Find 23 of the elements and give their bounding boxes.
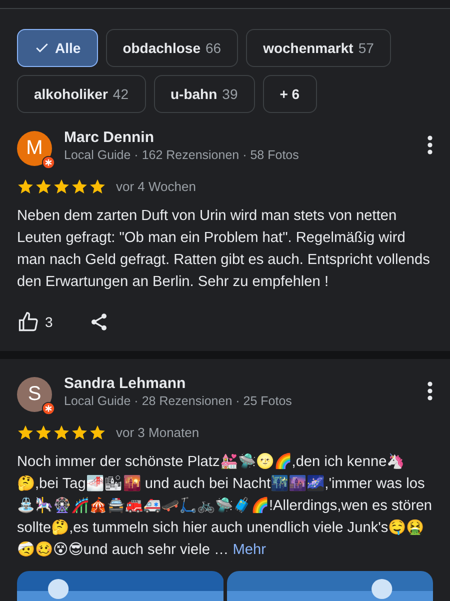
filter-chip[interactable]: + 6 — [262, 75, 317, 113]
filter-chip[interactable]: u-bahn 39 — [154, 75, 255, 113]
filter-chip[interactable]: alkoholiker 42 — [17, 75, 146, 113]
local-guide-badge-icon — [42, 156, 55, 169]
local-guide-badge-icon — [42, 402, 55, 415]
reviewer-name[interactable]: Marc Dennin — [64, 129, 415, 146]
like-count: 3 — [45, 314, 53, 330]
thumbs-up-icon[interactable] — [17, 311, 39, 333]
share-icon[interactable] — [88, 312, 109, 332]
avatar[interactable]: S — [17, 377, 52, 412]
more-options-icon[interactable] — [427, 135, 433, 155]
more-link[interactable]: Mehr — [232, 542, 266, 558]
review-date: vor 4 Wochen — [116, 179, 196, 194]
more-options-icon[interactable] — [427, 381, 433, 401]
filter-chip[interactable]: Alle — [17, 29, 98, 67]
review-text: Noch immer der schönste Platz💒🛸🌝🌈,den ich kenne🦄🤔,bei Tag🌁🏙🌇 und auch bei Nacht🌃🌆🌌,'immer was los⛲🎠🎡🎢🎪🚔🚒🚑🛹🛴🚲🛸🧳🌈!Allerdings,wen es stören sollte🤔,es tummeln sich hier auch unendlich viele Junk's🤤🤮🤕🥴😵😎und auch sehr viele … Mehr — [17, 452, 433, 560]
reviewer-info: Local Guide · 28 Rezensionen · 25 Fotos — [64, 394, 293, 408]
review-date: vor 3 Monaten — [116, 425, 200, 440]
filter-chip[interactable]: wochenmarkt 57 — [246, 29, 391, 67]
filter-chip[interactable]: obdachlose 66 — [106, 29, 238, 67]
reviewer-info: Local Guide · 162 Rezensionen · 58 Fotos — [64, 148, 300, 162]
reviewer-name[interactable]: Sandra Lehmann — [64, 375, 415, 392]
review-text: Neben dem zarten Duft von Urin wird man stets von netten Leuten gefragt: "Ob man ein Problem hat". Regelmäßig wird man nach Geld gefragt. Ratten gibt es auch. Entspricht vollends den Erwartungen an Berlin. Sehr zu empfehlen ! — [17, 207, 431, 292]
